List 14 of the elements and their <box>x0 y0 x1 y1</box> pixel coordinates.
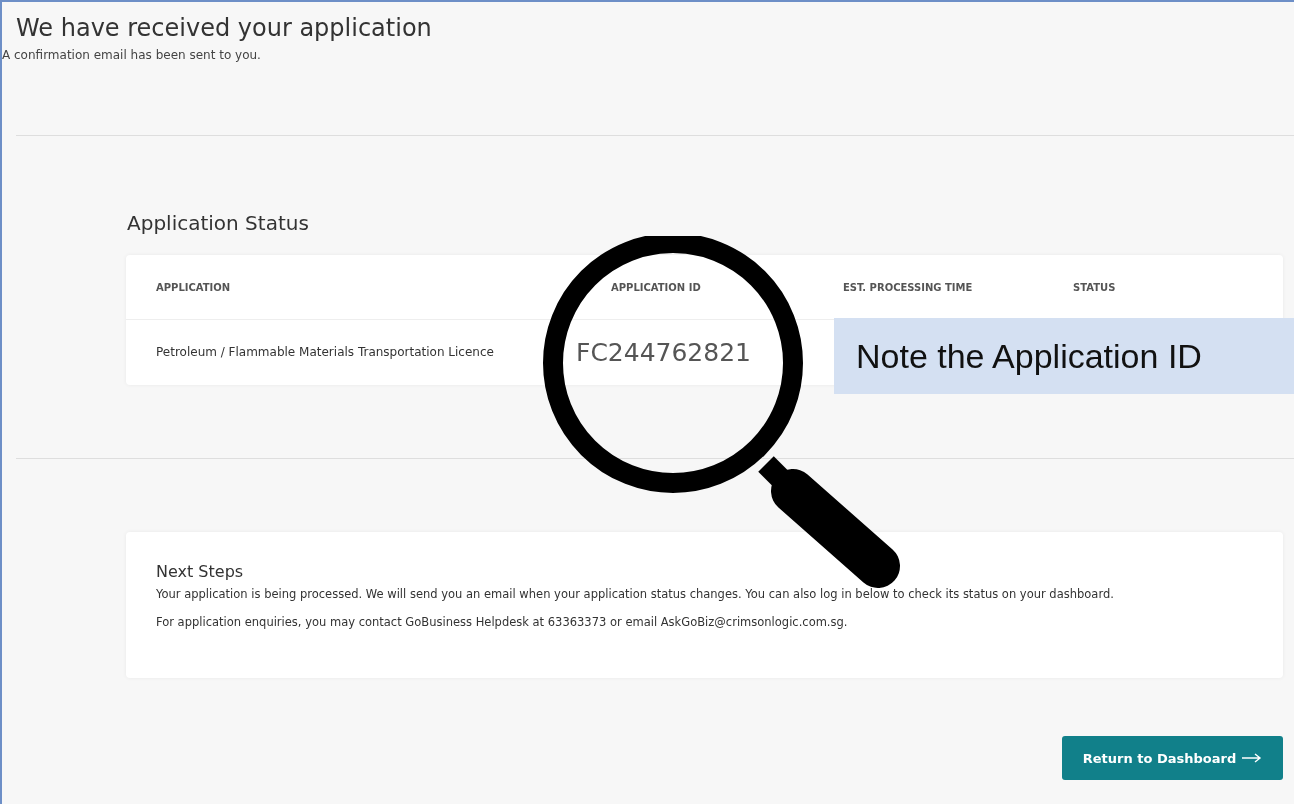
section-title: Application Status <box>127 211 310 235</box>
column-header: STATUS <box>1073 281 1117 293</box>
next-steps-title: Next Steps <box>156 562 245 581</box>
callout-label: Note the Application ID <box>834 318 1294 394</box>
return-to-dashboard-button[interactable]: Return to Dashboard <box>1062 736 1283 780</box>
paragraph: For application enquiries, you may contact GoBusiness Helpdesk at 63363373 or email AskGoBiz@crimsonlogic.com.sg. <box>156 615 849 629</box>
column-header: APPLICATION <box>156 281 232 293</box>
application-id: FC244762821 <box>576 337 752 367</box>
column-header: APPLICATION ID <box>611 281 702 293</box>
page-title: We have received your application <box>16 14 433 42</box>
paragraph: Your application is being processed. We will send you an email when your application status changes. You can also log in below to check its status on your dashboard. <box>156 587 1115 601</box>
arrow-right-icon <box>1242 753 1263 763</box>
page-subtitle: A confirmation email has been sent to you. <box>2 48 262 62</box>
column-header: EST. PROCESSING TIME <box>843 281 974 293</box>
